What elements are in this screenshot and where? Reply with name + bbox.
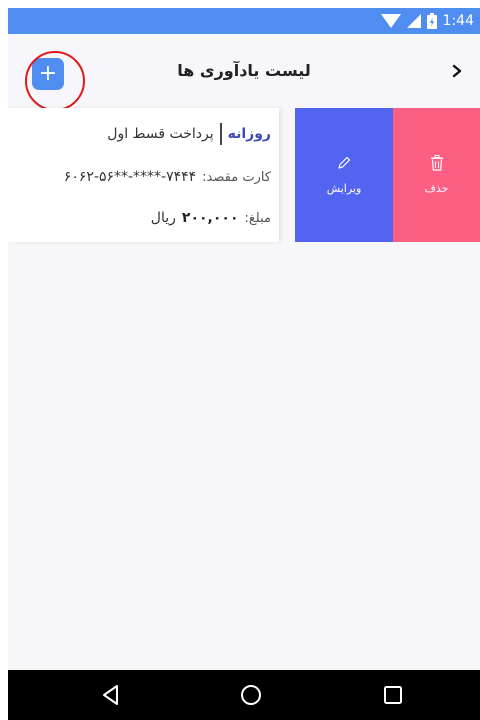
- status-time: 1:44: [442, 13, 474, 29]
- edit-label: ویرایش: [326, 182, 362, 195]
- heading-divider: [219, 123, 222, 145]
- app-header: لیست یادآوری ها +: [8, 34, 480, 111]
- card-number: ۶۰۶۲-۵۶**-****-۷۴۴۴: [63, 169, 197, 185]
- page-title: لیست یادآوری ها: [177, 60, 311, 80]
- currency-label: ریال: [150, 210, 176, 226]
- back-triangle-icon[interactable]: [98, 682, 124, 708]
- home-circle-icon[interactable]: [238, 682, 264, 708]
- signal-icon: [406, 14, 421, 28]
- amount-line: مبلغ: ۲۰۰,۰۰۰ ریال: [16, 207, 271, 229]
- system-nav-bar: [8, 670, 480, 720]
- reminder-title: پرداخت قسط اول: [107, 126, 214, 142]
- wifi-icon: [380, 14, 401, 28]
- card-label: کارت مقصد:: [202, 169, 271, 185]
- amount-value: ۲۰۰,۰۰۰: [181, 210, 239, 226]
- status-bar: 1:44: [8, 8, 480, 34]
- recents-square-icon[interactable]: [380, 682, 406, 708]
- amount-label: مبلغ:: [244, 210, 272, 226]
- add-reminder-button[interactable]: +: [32, 58, 64, 90]
- destination-card-line: کارت مقصد: ۶۰۶۲-۵۶**-****-۷۴۴۴: [16, 166, 271, 188]
- battery-icon: [426, 13, 437, 29]
- reminder-card[interactable]: روزانه پرداخت قسط اول کارت مقصد: ۶۰۶۲-۵۶…: [8, 108, 279, 242]
- app-screen: 1:44 لیست یادآوری ها + روزانه پرداخت قسط…: [8, 8, 480, 720]
- edit-button[interactable]: ویرایش: [295, 108, 393, 242]
- chevron-right-icon[interactable]: [448, 62, 466, 80]
- reminder-frequency: روزانه: [227, 126, 271, 142]
- status-icons: 1:44: [380, 8, 474, 34]
- trash-icon: [430, 155, 444, 174]
- delete-label: حذف: [424, 182, 449, 195]
- reminder-row: روزانه پرداخت قسط اول کارت مقصد: ۶۰۶۲-۵۶…: [8, 108, 480, 242]
- pencil-icon: [336, 155, 352, 174]
- reminder-heading: روزانه پرداخت قسط اول: [16, 122, 271, 146]
- delete-button[interactable]: حذف: [393, 108, 480, 242]
